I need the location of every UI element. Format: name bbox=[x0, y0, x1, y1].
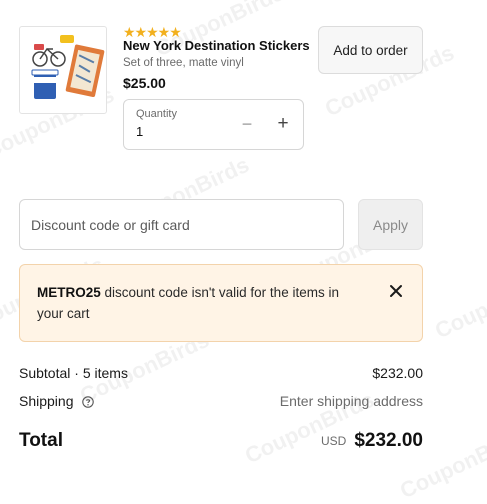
error-message: METRO25 discount code isn't valid for th… bbox=[37, 282, 367, 324]
plus-icon[interactable]: + bbox=[272, 113, 294, 135]
product-price: $25.00 bbox=[123, 75, 166, 91]
discount-code: METRO25 bbox=[37, 285, 101, 300]
quantity-value[interactable]: 1 bbox=[136, 124, 143, 139]
help-icon[interactable] bbox=[82, 396, 95, 408]
add-to-order-button[interactable]: Add to order bbox=[318, 26, 423, 74]
apply-button[interactable]: Apply bbox=[358, 199, 423, 250]
total-label: Total bbox=[19, 430, 63, 451]
total-value: $232.00 bbox=[354, 430, 423, 451]
total-row: USD $232.00 bbox=[321, 430, 423, 452]
subtotal-label: Subtotal · 5 items bbox=[19, 365, 128, 381]
total-currency: USD bbox=[320, 434, 347, 448]
discount-code-input[interactable] bbox=[19, 199, 344, 250]
shipping-label: Shipping bbox=[19, 393, 74, 409]
minus-icon[interactable]: − bbox=[236, 113, 258, 135]
quantity-stepper[interactable]: Quantity 1 − + bbox=[123, 99, 304, 150]
sticker-set-illustration bbox=[31, 35, 105, 99]
watermark: CouponBirds bbox=[431, 261, 487, 344]
rating-stars: ★★★★★ bbox=[123, 24, 182, 40]
product-description: Set of three, matte vinyl bbox=[123, 57, 244, 69]
shipping-row: Shipping bbox=[19, 393, 95, 409]
quantity-label: Quantity bbox=[136, 108, 177, 120]
subtotal-value: $232.00 bbox=[372, 365, 423, 381]
close-icon[interactable] bbox=[387, 282, 405, 300]
shipping-value: Enter shipping address bbox=[279, 393, 423, 409]
product-image bbox=[19, 26, 107, 114]
product-name: New York Destination Stickers bbox=[123, 38, 310, 53]
discount-error-banner: METRO25 discount code isn't valid for th… bbox=[19, 264, 423, 342]
